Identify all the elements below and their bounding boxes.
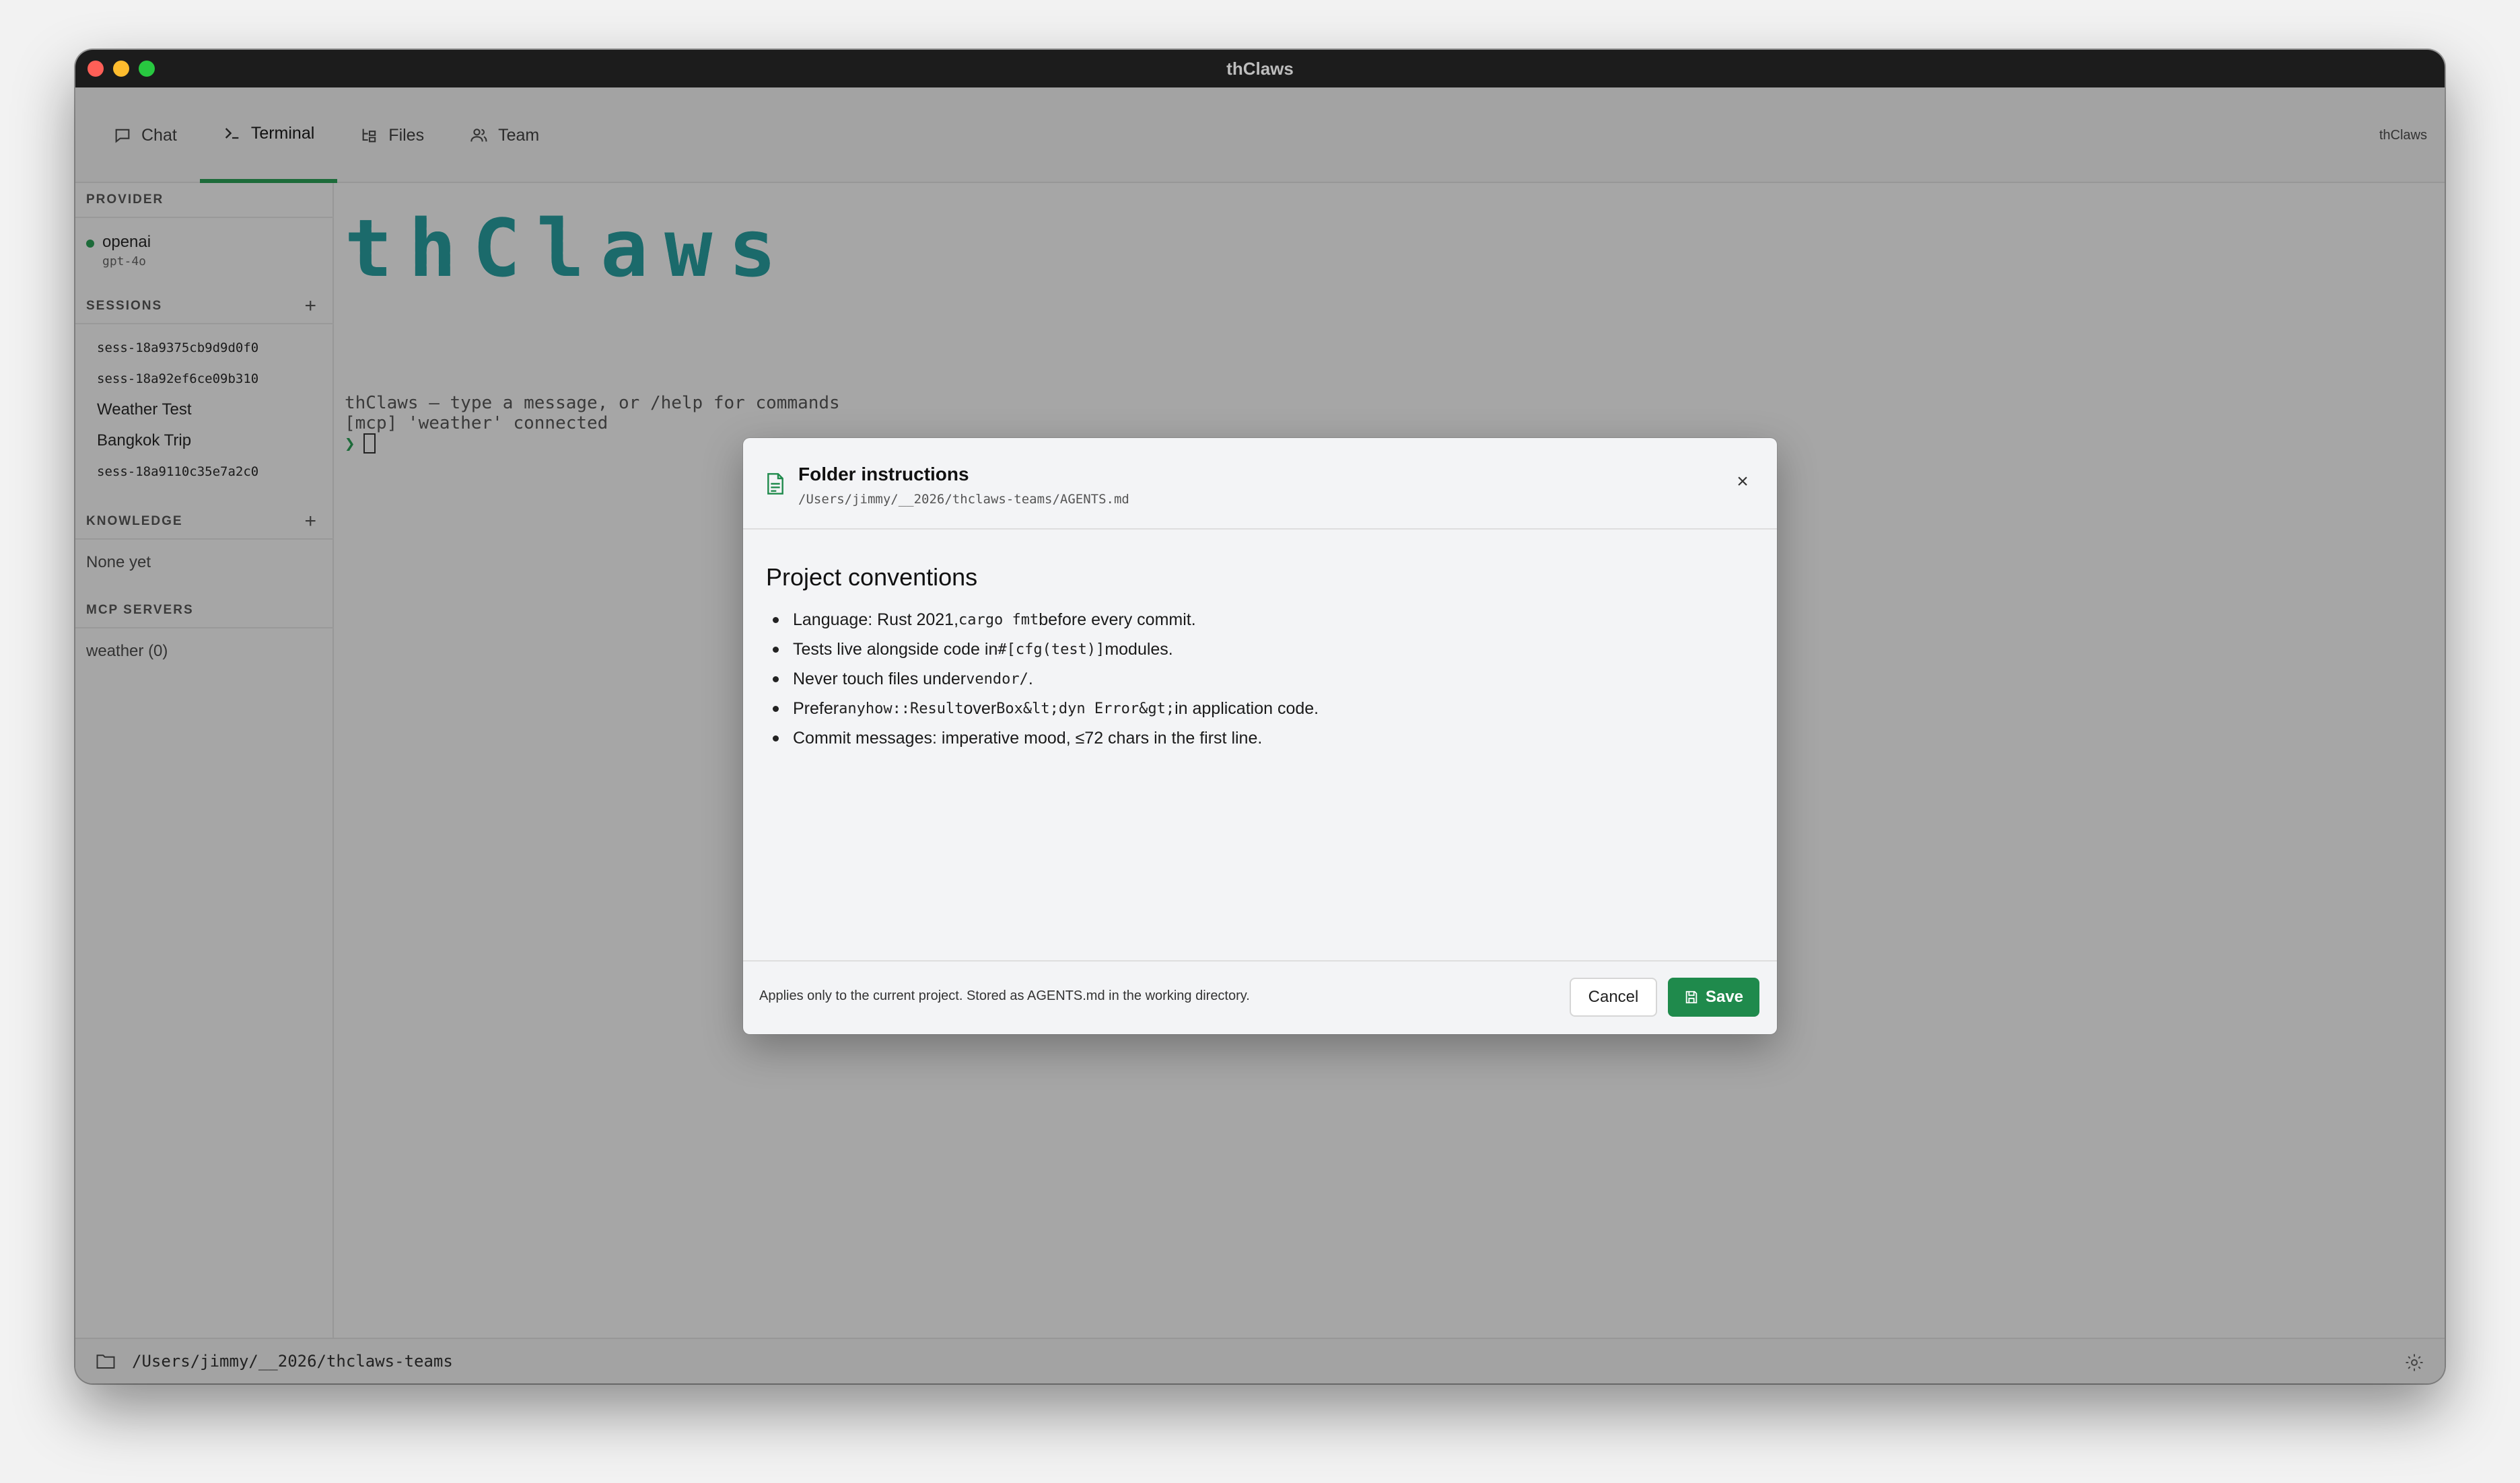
terminal-line: [mcp] 'weather' connected [345,413,608,433]
tab-label: Files [388,125,425,145]
list-item: Language: Rust 2021, cargo fmt before ev… [766,605,1755,635]
dialog-file-path: /Users/jimmy/__2026/thclaws-teams/AGENTS… [798,492,1129,507]
session-item[interactable]: sess-18a92ef6ce09b310 [75,363,334,394]
chat-bubble-icon [115,129,130,143]
provider-item[interactable]: openai gpt-4o [75,218,334,268]
window-title: thClaws [1226,58,1294,79]
tab-chat[interactable]: Chat [90,87,200,183]
status-dot-icon [86,240,94,248]
session-item[interactable]: sess-18a9110c35e7a2c0 [75,456,334,487]
add-session-button[interactable]: + [304,295,318,318]
terminal-prompt[interactable]: ❯ [345,433,376,454]
list-item: Tests live alongside code in #[cfg(test)… [766,635,1755,664]
terminal-line: thClaws — type a message, or /help for c… [345,393,840,413]
window-controls [88,61,155,77]
dialog-title: Folder instructions [798,464,969,484]
session-item[interactable]: Weather Test [75,394,334,425]
knowledge-section: KNOWLEDGE + None yet [75,505,334,585]
save-button[interactable]: Save [1668,978,1759,1017]
content-heading: Project conventions [766,563,978,591]
sidebar: PROVIDER openai gpt-4o SESSIONS + sess-1… [75,183,334,1383]
list-item: Prefer anyhow::Result over Box&lt;dyn Er… [766,694,1755,723]
mcp-heading: MCP SERVERS [75,593,334,628]
close-icon[interactable]: × [1733,470,1753,493]
session-item[interactable]: sess-18a9375cb9d9d0f0 [75,332,334,363]
knowledge-empty-text: None yet [86,553,151,571]
working-directory-path: /Users/jimmy/__2026/thclaws-teams [132,1352,453,1371]
ascii-logo: thClaws [345,202,793,295]
tab-label: Team [498,125,540,145]
status-bar: /Users/jimmy/__2026/thclaws-teams [75,1338,2445,1383]
minimize-window-button[interactable] [113,61,129,77]
dialog-note: Applies only to the current project. Sto… [759,988,1250,1003]
save-label: Save [1705,988,1744,1006]
mcp-section: MCP SERVERS weather (0) [75,593,334,674]
close-window-button[interactable] [88,61,104,77]
gear-icon[interactable] [2404,1352,2424,1373]
provider-name: openai [102,233,151,251]
text-cursor [363,433,376,454]
knowledge-heading: KNOWLEDGE + [75,505,334,540]
title-bar: thClaws [75,50,2445,87]
dialog-header: Folder instructions /Users/jimmy/__2026/… [743,438,1777,530]
tab-team[interactable]: Team [447,87,562,183]
mcp-server-item[interactable]: weather (0) [75,628,334,674]
list-item: Never touch files under vendor/. [766,664,1755,694]
add-knowledge-button[interactable]: + [304,510,318,533]
dialog-footer: Applies only to the current project. Sto… [743,960,1777,1034]
list-item: Commit messages: imperative mood, ≤72 ch… [766,723,1755,753]
file-tree-icon [362,129,376,143]
app-label: thClaws [2379,127,2427,143]
provider-model: gpt-4o [102,254,147,268]
terminal-prompt-icon [225,128,239,139]
users-icon [470,129,487,142]
save-disk-icon [1685,990,1698,1004]
app-window: thClaws Chat Terminal Files Team thClaws [75,50,2445,1383]
tab-label: Chat [141,125,177,145]
mcp-server-name: weather [86,642,144,660]
session-item[interactable]: Bangkok Trip [75,425,334,456]
prompt-chevron-icon: ❯ [345,434,355,454]
tab-terminal[interactable]: Terminal [199,87,338,183]
folder-instructions-dialog: Folder instructions /Users/jimmy/__2026/… [743,438,1777,1034]
conventions-list: Language: Rust 2021, cargo fmt before ev… [766,605,1755,753]
zoom-window-button[interactable] [139,61,155,77]
provider-section: PROVIDER openai gpt-4o [75,183,334,268]
mcp-server-count: (0) [148,642,168,660]
sessions-heading: SESSIONS + [75,289,334,324]
dialog-body[interactable]: Project conventions Language: Rust 2021,… [766,563,1755,753]
tab-bar: Chat Terminal Files Team thClaws [75,87,2445,183]
provider-heading: PROVIDER [75,183,334,218]
document-icon [767,473,783,495]
cancel-button[interactable]: Cancel [1570,978,1657,1017]
tab-label: Terminal [250,123,315,143]
folder-icon[interactable] [96,1352,116,1370]
tab-files[interactable]: Files [337,87,447,183]
sessions-section: SESSIONS + sess-18a9375cb9d9d0f0 sess-18… [75,289,334,487]
